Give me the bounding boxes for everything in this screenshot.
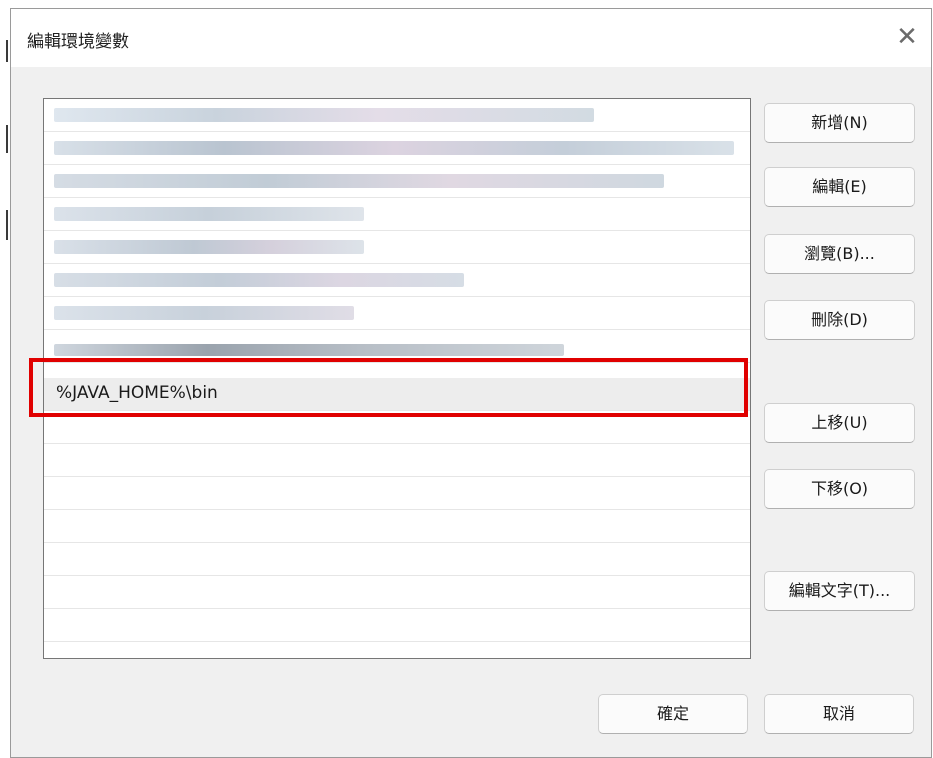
cancel-button[interactable]: 取消 bbox=[764, 694, 914, 734]
list-item-empty[interactable] bbox=[44, 444, 750, 477]
obscured-text bbox=[54, 174, 664, 188]
obscured-text bbox=[54, 306, 354, 320]
move-down-button[interactable]: 下移(O) bbox=[764, 469, 915, 509]
list-item-empty[interactable] bbox=[44, 609, 750, 642]
obscured-text bbox=[54, 141, 734, 155]
edit-text-button[interactable]: 編輯文字(T)... bbox=[764, 571, 915, 611]
list-item-obscured[interactable] bbox=[44, 231, 750, 264]
background-window-edge bbox=[0, 0, 10, 758]
highlight-annotation-box bbox=[29, 358, 748, 417]
list-item-empty[interactable] bbox=[44, 576, 750, 609]
edge-mark bbox=[6, 125, 8, 153]
close-icon[interactable]: ✕ bbox=[887, 17, 927, 57]
list-item-empty[interactable] bbox=[44, 477, 750, 510]
list-item-obscured[interactable] bbox=[44, 132, 750, 165]
new-button[interactable]: 新增(N) bbox=[764, 103, 915, 143]
dialog-title: 編輯環境變數 bbox=[27, 32, 129, 52]
edge-mark bbox=[6, 40, 8, 62]
list-item-empty[interactable] bbox=[44, 543, 750, 576]
edge-mark bbox=[6, 210, 8, 240]
ok-button[interactable]: 確定 bbox=[598, 694, 748, 734]
obscured-text bbox=[54, 240, 364, 254]
obscured-text bbox=[54, 207, 364, 221]
move-up-button[interactable]: 上移(U) bbox=[764, 403, 915, 443]
obscured-text bbox=[54, 108, 594, 122]
obscured-text bbox=[54, 344, 564, 356]
list-item-obscured[interactable] bbox=[44, 99, 750, 132]
list-item-obscured[interactable] bbox=[44, 264, 750, 297]
list-item-empty[interactable] bbox=[44, 510, 750, 543]
list-item-obscured[interactable] bbox=[44, 198, 750, 231]
list-item-obscured[interactable] bbox=[44, 297, 750, 330]
edit-button[interactable]: 編輯(E) bbox=[764, 167, 915, 207]
browse-button[interactable]: 瀏覽(B)... bbox=[764, 234, 915, 274]
title-bar[interactable]: 編輯環境變數 ✕ bbox=[11, 9, 931, 67]
delete-button[interactable]: 刪除(D) bbox=[764, 300, 915, 340]
obscured-text bbox=[54, 273, 464, 287]
list-item-obscured[interactable] bbox=[44, 165, 750, 198]
